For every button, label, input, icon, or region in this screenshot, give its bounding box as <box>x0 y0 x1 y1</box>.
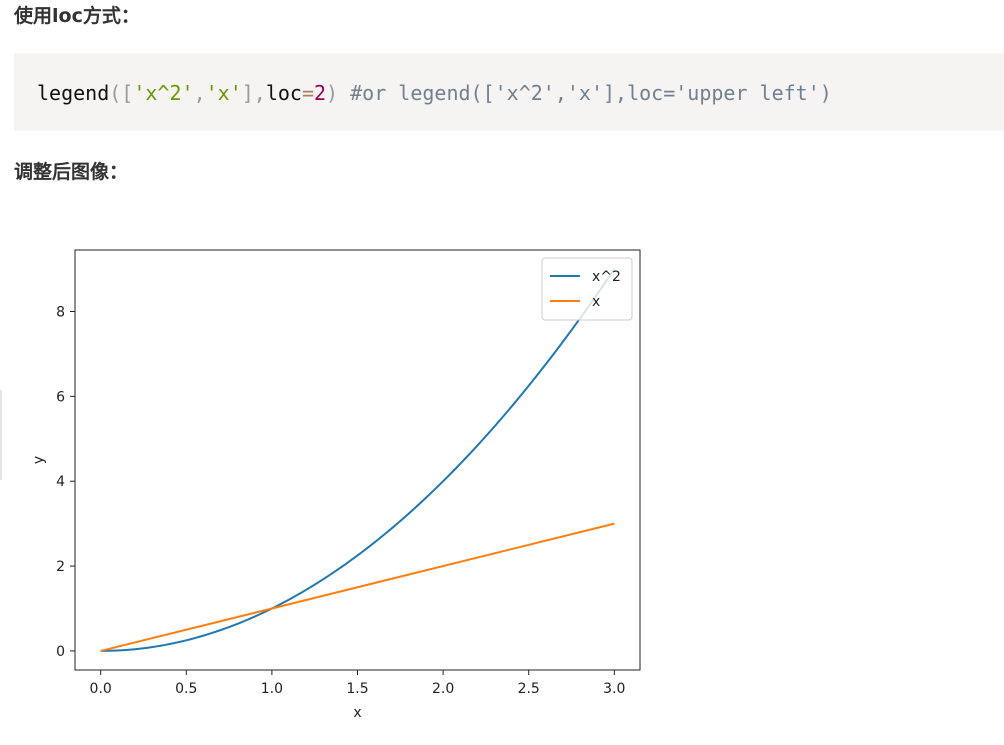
y-tick-label: 2 <box>56 559 65 575</box>
y-tick-label: 4 <box>56 474 65 490</box>
line-chart: 0.0 0.5 1.0 1.5 2.0 2.5 3.0 0 2 4 6 8 x y x^2 x <box>31 249 641 721</box>
y-tick-label: 6 <box>56 389 65 405</box>
legend-label: x <box>592 294 600 310</box>
code-token-fn: legend <box>37 81 110 105</box>
code-token-num: 2 <box>314 81 327 105</box>
code-token-punc: ], <box>241 81 266 105</box>
section-heading-result: 调整后图像： <box>14 161 129 183</box>
section-heading-loc: 使用loc方式： <box>14 5 140 27</box>
series-line-1 <box>100 522 615 652</box>
x-tick-label: 0.0 <box>90 681 112 697</box>
x-tick-label: 0.5 <box>175 681 197 697</box>
code-block: legend(['x^2','x'],loc=2) #or legend(['x… <box>14 53 1004 131</box>
x-tick-label: 2.5 <box>518 681 540 697</box>
x-tick-label: 1.0 <box>261 681 283 697</box>
x-axis-label: x <box>353 705 361 721</box>
code-token-punc: ([ <box>109 81 134 105</box>
code-token-punc: ) <box>326 81 351 105</box>
x-tick-label: 1.5 <box>346 681 368 697</box>
series-line-0 <box>100 268 616 652</box>
code-token-punc: , <box>193 81 206 105</box>
legend-box <box>541 257 633 321</box>
code-token-str: 'x' <box>205 81 242 105</box>
chart-container: 0.0 0.5 1.0 1.5 2.0 2.5 3.0 0 2 4 6 8 x y x^2 x <box>0 230 660 730</box>
x-tick-label: 3.0 <box>603 681 625 697</box>
code-token-op: = <box>301 81 314 105</box>
y-tick-label: 8 <box>56 305 65 321</box>
code-token-name: loc <box>265 81 302 105</box>
y-axis-label: y <box>31 456 47 464</box>
code-token-cmt: #or legend(['x^2','x'],loc='upper left') <box>350 81 832 105</box>
code-line: legend(['x^2','x'],loc=2) #or legend(['x… <box>37 80 832 106</box>
y-tick-label: 0 <box>56 644 65 660</box>
code-token-str: 'x^2' <box>133 81 194 105</box>
legend-label: x^2 <box>592 269 621 285</box>
x-tick-label: 2.0 <box>432 681 454 697</box>
